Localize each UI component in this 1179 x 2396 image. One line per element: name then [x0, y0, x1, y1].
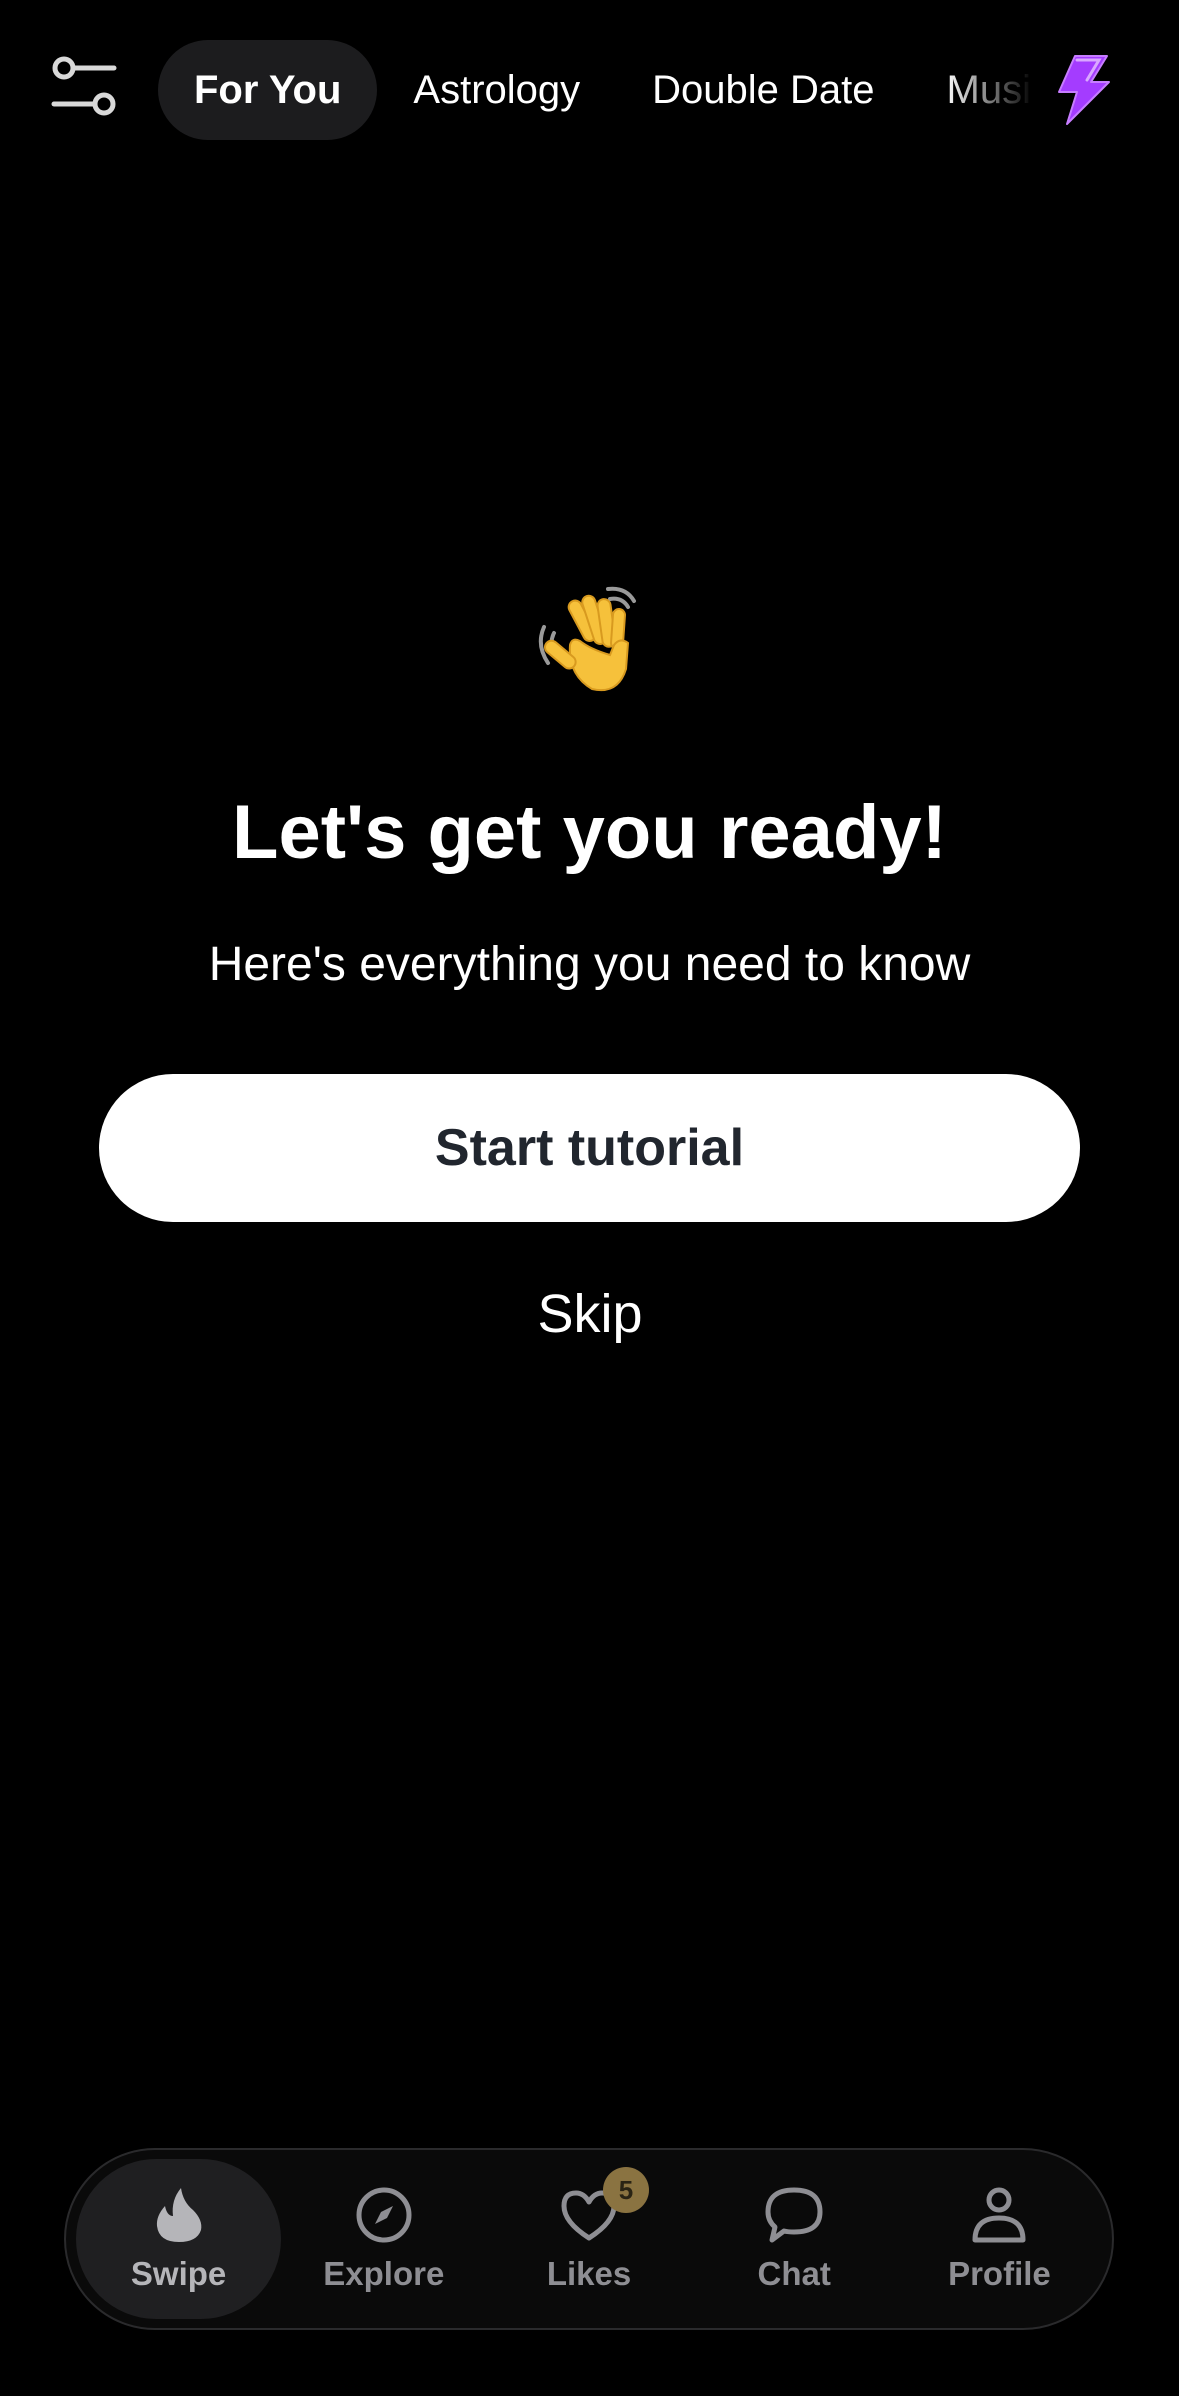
- start-tutorial-button[interactable]: Start tutorial: [99, 1074, 1080, 1222]
- nav-item-explore[interactable]: Explore: [281, 2159, 486, 2319]
- nav-label-profile: Profile: [948, 2255, 1051, 2292]
- top-bar: For You Astrology Double Date Music: [0, 40, 1179, 140]
- nav-label-likes: Likes: [546, 2255, 632, 2292]
- tab-for-you[interactable]: For You: [158, 40, 378, 140]
- likes-count-badge: 5: [603, 2167, 649, 2213]
- filter-button[interactable]: [48, 54, 120, 126]
- tab-double-date[interactable]: Double Date: [616, 40, 910, 140]
- nav-item-swipe[interactable]: Swipe: [76, 2159, 282, 2319]
- skip-button[interactable]: Skip: [440, 1274, 740, 1354]
- nav-label-chat: Chat: [757, 2255, 831, 2292]
- nav-item-likes[interactable]: 5 Likes: [486, 2159, 691, 2319]
- flame-icon: [156, 2188, 201, 2242]
- category-tabs: For You Astrology Double Date Music: [158, 40, 1033, 140]
- sliders-icon: [48, 52, 120, 129]
- tab-music[interactable]: Music: [911, 40, 1033, 140]
- boost-button[interactable]: [1050, 54, 1116, 130]
- tab-astrology[interactable]: Astrology: [377, 40, 616, 140]
- bottom-navigation: Swipe Explore 5 Likes Chat Profile: [64, 2148, 1114, 2330]
- nav-label-explore: Explore: [323, 2255, 445, 2292]
- waving-hand-icon: [538, 586, 636, 691]
- page-title: Let's get you ready!: [232, 790, 947, 875]
- nav-item-chat[interactable]: Chat: [692, 2159, 897, 2319]
- lightning-bolt-icon: [1055, 54, 1111, 131]
- nav-label-swipe: Swipe: [130, 2255, 227, 2292]
- chat-bubble-icon: [765, 2187, 823, 2243]
- person-icon: [972, 2187, 1026, 2243]
- compass-icon: [356, 2187, 412, 2243]
- nav-item-profile[interactable]: Profile: [897, 2159, 1102, 2319]
- page-subtitle: Here's everything you need to know: [208, 938, 971, 991]
- waving-hand-emoji: [0, 585, 1179, 695]
